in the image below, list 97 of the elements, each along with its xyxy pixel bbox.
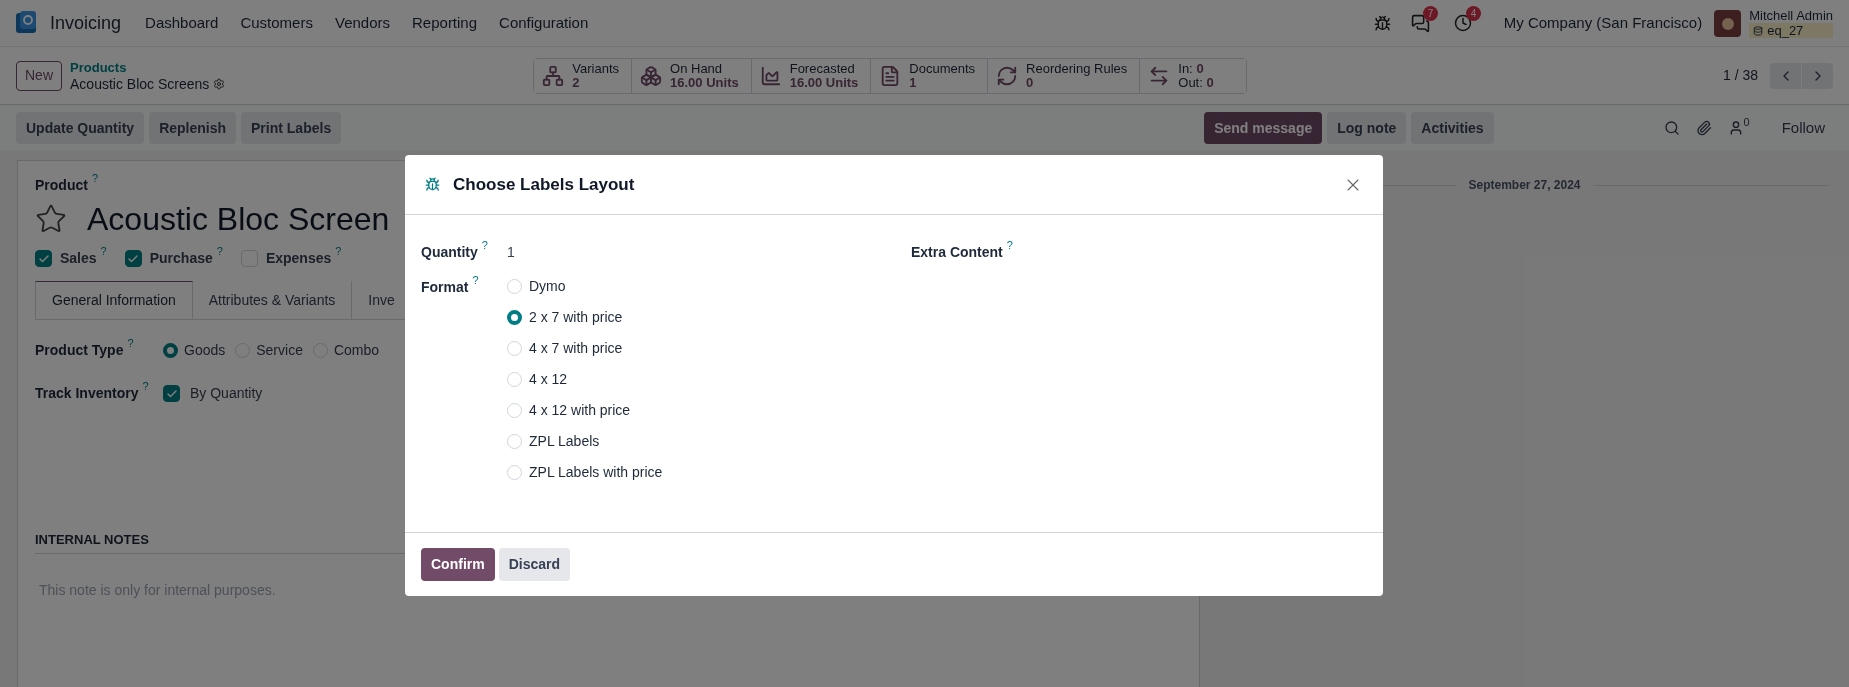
previous-button[interactable] <box>1770 62 1801 89</box>
stat-out: Out: 0 <box>1178 75 1214 90</box>
help-tooltip[interactable]: ? <box>335 245 342 257</box>
field-label: Product <box>35 176 88 195</box>
checkbox-label: Expenses <box>265 249 332 268</box>
checkbox[interactable] <box>124 250 142 267</box>
help-tooltip[interactable]: ? <box>472 274 479 286</box>
radio-label: 4 x 12 <box>529 369 568 389</box>
stat-title: Reordering Rules <box>1026 61 1128 76</box>
database-badge: eq_27 <box>1749 23 1833 38</box>
menu-item[interactable]: Customers <box>240 11 313 35</box>
record-name: Acoustic Bloc Screens <box>70 75 210 92</box>
bug-icon <box>425 177 440 192</box>
stat-value: 0 <box>1026 75 1034 90</box>
radio-label: Service <box>256 341 303 360</box>
next-button[interactable] <box>1802 62 1833 89</box>
field-label: Track Inventory <box>35 384 139 403</box>
help-tooltip[interactable]: ? <box>91 172 98 184</box>
help-tooltip[interactable]: ? <box>100 245 107 257</box>
menu-item[interactable]: Dashboard <box>145 11 219 35</box>
action-button[interactable]: Replenish <box>149 112 237 144</box>
checkbox-label: Sales <box>60 249 97 268</box>
form-tab[interactable]: General Information <box>35 281 193 319</box>
checkbox[interactable] <box>35 250 52 267</box>
user-avatar[interactable] <box>1714 9 1742 37</box>
help-tooltip[interactable]: ? <box>481 239 488 251</box>
clock-icon[interactable] <box>1453 14 1472 32</box>
chatter-button[interactable]: Activities <box>1411 112 1494 144</box>
stat-in: In: 0 <box>1178 61 1205 76</box>
stat-value: 16.00 Units <box>670 75 739 90</box>
radio-label: 4 x 7 with price <box>529 338 623 358</box>
field-label: Format <box>421 278 469 297</box>
settings-icon[interactable] <box>213 77 226 90</box>
radio-button[interactable] <box>507 309 522 325</box>
radio-label: ZPL Labels with price <box>529 462 663 482</box>
hierarchy-icon <box>542 64 565 87</box>
help-tooltip[interactable]: ? <box>127 337 134 349</box>
favorite-star-icon[interactable] <box>35 203 67 235</box>
radio-label: Goods <box>184 341 226 360</box>
quantity-field[interactable]: 1 <box>507 242 515 263</box>
product-name[interactable]: Acoustic Bloc Screen <box>87 200 390 238</box>
stat-title: Documents <box>909 61 976 76</box>
check-icon <box>37 252 50 265</box>
company-switcher[interactable]: My Company (San Francisco) <box>1503 11 1703 35</box>
confirm-button[interactable]: Confirm <box>421 548 495 581</box>
message-count-badge: 7 <box>1422 5 1439 21</box>
radio-label: 2 x 7 with price <box>529 307 623 327</box>
stat-title: Forecasted <box>789 61 856 76</box>
date-separator: September 27, 2024 <box>1468 177 1581 194</box>
field-label: Quantity <box>421 243 478 262</box>
action-button[interactable]: Update Quantity <box>16 112 145 144</box>
stat-value: 2 <box>572 75 581 90</box>
help-tooltip[interactable]: ? <box>1006 239 1013 251</box>
menu-item[interactable]: Reporting <box>412 11 478 35</box>
checkbox-label: By Quantity <box>190 384 263 403</box>
breadcrumb-link[interactable]: Products <box>70 59 226 76</box>
radio-label: 4 x 12 with price <box>529 400 631 420</box>
check-icon <box>127 252 140 265</box>
help-tooltip[interactable]: ? <box>142 380 149 392</box>
stat-button[interactable]: Variants 2 <box>534 58 633 93</box>
followers-count: 0 <box>1743 116 1750 128</box>
stat-title: Variants <box>572 61 620 76</box>
pager-value[interactable]: 1 / 38 <box>1722 65 1758 86</box>
follow-button[interactable]: Follow <box>1781 116 1825 140</box>
radio-label: Combo <box>333 341 380 360</box>
field-label: Extra Content <box>911 243 1003 262</box>
app-logo-icon <box>16 11 38 35</box>
area-chart-icon <box>759 64 782 87</box>
action-button[interactable]: Print Labels <box>241 112 342 144</box>
radio-label: ZPL Labels <box>529 431 600 451</box>
user-name[interactable]: Mitchell Admin <box>1749 8 1833 23</box>
bug-icon[interactable] <box>1373 14 1391 32</box>
radio-button[interactable] <box>163 343 178 358</box>
discard-button[interactable]: Discard <box>498 548 571 581</box>
paperclip-icon[interactable] <box>1695 120 1712 136</box>
boxes-icon <box>640 64 663 87</box>
menu-item[interactable]: Configuration <box>499 11 589 35</box>
radio-label: Dymo <box>529 276 566 296</box>
activity-count-badge: 4 <box>1465 6 1482 21</box>
help-tooltip[interactable]: ? <box>216 245 223 257</box>
checkbox-label: Purchase <box>149 249 213 268</box>
chatter-button[interactable]: Log note <box>1327 112 1407 144</box>
form-tab[interactable]: Attributes & Variants <box>192 281 353 319</box>
checkbox[interactable] <box>163 385 180 402</box>
refresh-icon <box>996 64 1019 87</box>
dialog-title: Choose Labels Layout <box>453 173 635 196</box>
field-label: Product Type <box>35 341 124 360</box>
stat-title: On Hand <box>670 61 724 76</box>
chatter-button[interactable]: Send message <box>1204 112 1323 144</box>
app-name[interactable]: Invoicing <box>50 9 122 37</box>
stat-value: 16.00 Units <box>789 75 859 90</box>
new-button[interactable]: New <box>16 60 62 91</box>
menu-item[interactable]: Vendors <box>334 11 390 35</box>
stat-value: 1 <box>909 75 918 90</box>
check-icon <box>165 387 178 400</box>
search-icon[interactable] <box>1663 120 1680 136</box>
chat-icon[interactable] <box>1410 13 1430 33</box>
